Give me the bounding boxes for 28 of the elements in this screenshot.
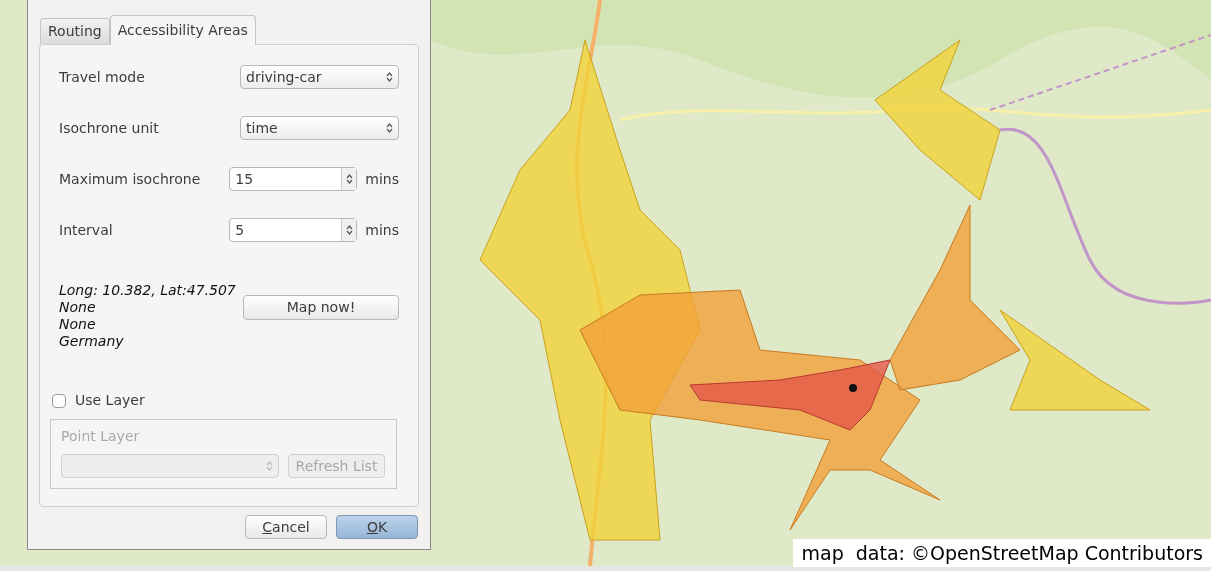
checkbox-label: Use Layer (75, 391, 145, 410)
field-label: Isochrone unit (59, 118, 160, 138)
field-label: Maximum isochrone (59, 169, 202, 189)
dropdown[interactable]: time (240, 116, 399, 140)
spin-box[interactable]: 15 (229, 167, 358, 191)
location-text: Germany (59, 333, 125, 350)
tab[interactable]: Routing (40, 18, 110, 44)
group-title: Point Layer (61, 427, 141, 446)
dropdown[interactable]: driving-car (240, 65, 399, 89)
spin-arrows-icon (386, 71, 393, 83)
spin-box[interactable]: 5 (229, 218, 358, 242)
checkbox[interactable] (52, 393, 66, 408)
field-label: Travel mode (59, 67, 146, 87)
field-label: Interval (59, 220, 114, 240)
tab[interactable]: Accessibility Areas (109, 15, 256, 45)
attribution-label: map data: ©OpenStreetMap Contributors (793, 539, 1211, 567)
map-now-button[interactable]: Map now! (243, 295, 399, 320)
unit-label: mins (365, 220, 399, 240)
dialog-button[interactable]: OK (336, 515, 418, 539)
unit-label: mins (365, 169, 399, 189)
location-text: None (59, 299, 97, 316)
location-text: Long: 10.382, Lat:47.507 (59, 282, 237, 299)
spin-arrows-icon (345, 224, 353, 236)
spin-arrows-icon (345, 173, 353, 185)
dialog-button[interactable]: Cancel (245, 515, 327, 539)
location-text: None (59, 316, 97, 333)
spin-arrows-icon (386, 122, 393, 134)
spin-arrows-icon (266, 460, 273, 472)
